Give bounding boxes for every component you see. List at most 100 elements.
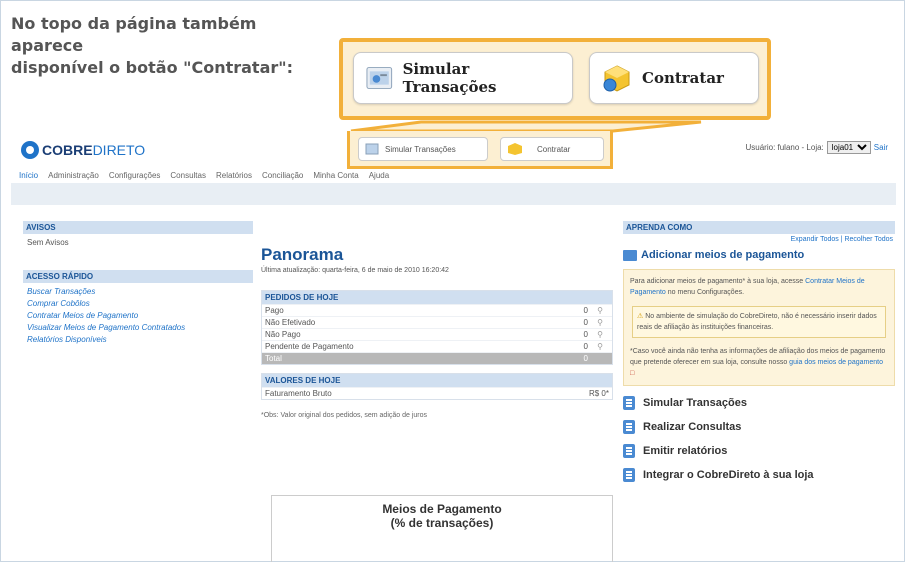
store-select[interactable]: loja01 xyxy=(826,141,871,154)
page-title: Panorama xyxy=(261,245,344,264)
right-column: APRENDA COMO Expandir Todos | Recolher T… xyxy=(623,221,895,482)
faturamento-label: Faturamento Bruto xyxy=(265,389,332,398)
learn-integrar-label: Integrar o CobreDireto à sua loja xyxy=(643,469,814,481)
contract-package-icon xyxy=(508,143,522,155)
menu-item-minha-conta[interactable]: Minha Conta xyxy=(313,171,358,180)
expand-collapse-links: Expandir Todos | Recolher Todos xyxy=(790,236,893,243)
table-row: Não Pago 0 ⚲ xyxy=(262,328,612,340)
warning-text: No ambiente de simulação do CobreDireto,… xyxy=(637,313,877,331)
logo-mark-icon xyxy=(21,141,39,159)
row-label: Pendente de Pagamento xyxy=(265,342,354,351)
simular-transacoes-button[interactable]: Simular Transações xyxy=(358,137,488,161)
center-column: Panorama Última atualização: quarta-feir… xyxy=(261,221,613,419)
learn-simular[interactable]: Simular Transações xyxy=(623,396,895,410)
menu-item-ajuda[interactable]: Ajuda xyxy=(369,171,389,180)
table-row: Faturamento Bruto R$ 0* xyxy=(262,387,612,399)
pedidos-title: PEDIDOS DE HOJE xyxy=(262,291,612,304)
magnifier-icon[interactable]: ⚲ xyxy=(588,317,612,328)
cobredireto-logo[interactable]: COBRE DIRETO xyxy=(21,141,145,159)
user-store-selector: Usuário: fulano - Loja: loja01 Sair xyxy=(746,141,888,154)
pdf-icon: □ xyxy=(630,370,635,377)
chart-subtitle: (% de transações) xyxy=(390,516,494,530)
total-row: Total 0 xyxy=(262,352,612,364)
payment-methods-chart: Meios de Pagamento (% de transações) xyxy=(271,495,613,562)
row-value: 0 xyxy=(583,330,588,339)
avisos-title: AVISOS xyxy=(23,221,253,234)
exit-link[interactable]: Sair xyxy=(874,143,888,152)
quick-link-comprar[interactable]: Comprar Cobôlos xyxy=(27,298,249,310)
add-payment-heading[interactable]: Adicionar meios de pagamento xyxy=(623,249,895,261)
chart-title: Meios de Pagamento xyxy=(382,502,502,516)
menu-item-relatorios[interactable]: Relatórios xyxy=(216,171,252,180)
expand-all-link[interactable]: Expandir Todos xyxy=(791,236,839,243)
tutorial-frame: No topo da página também aparece disponí… xyxy=(0,0,905,562)
learn-simular-label: Simular Transações xyxy=(643,397,747,409)
add-payment-box: Para adicionar meios de pagamento* à sua… xyxy=(623,269,895,386)
acesso-rapido-list: Buscar Transações Comprar Cobôlos Contra… xyxy=(23,283,253,349)
table-row: Não Efetivado 0 ⚲ xyxy=(262,316,612,328)
learn-consultas[interactable]: Realizar Consultas xyxy=(623,420,895,434)
row-value: 0 xyxy=(583,318,588,327)
magnifier-icon[interactable]: ⚲ xyxy=(588,341,612,352)
menu-item-conciliacao[interactable]: Conciliação xyxy=(262,171,303,180)
contratar-button-zoomed[interactable]: Contratar xyxy=(589,52,759,104)
quick-link-contratar[interactable]: Contratar Meios de Pagamento xyxy=(27,310,249,322)
quick-link-buscar[interactable]: Buscar Transações xyxy=(27,286,249,298)
warning-icon: ⚠ xyxy=(637,313,644,320)
menu-item-consultas[interactable]: Consultas xyxy=(170,171,206,180)
add-payment-text: Para adicionar meios de pagamento* à sua… xyxy=(630,278,804,285)
logo-text-1: COBRE xyxy=(42,142,93,158)
last-update: Última atualização: quarta-feira, 6 de m… xyxy=(261,267,449,274)
pedidos-table: PEDIDOS DE HOJE Pago 0 ⚲ Não Efetivado 0… xyxy=(261,290,613,365)
caption-line-1: No topo da página também aparece xyxy=(11,14,257,55)
obs-note: *Obs: Valor original dos pedidos, sem ad… xyxy=(261,412,428,419)
simular-transacoes-button-zoomed[interactable]: Simular Transações xyxy=(353,52,573,104)
document-icon xyxy=(623,444,635,458)
main-menu: Início Administração Configurações Consu… xyxy=(19,171,389,180)
contratar-label: Contratar xyxy=(642,69,724,87)
faturamento-value: R$ 0* xyxy=(588,389,609,398)
avisos-body: Sem Avisos xyxy=(27,238,69,247)
tutorial-caption: No topo da página também aparece disponí… xyxy=(11,13,331,79)
learn-relatorios-label: Emitir relatórios xyxy=(643,445,728,457)
row-label: Pago xyxy=(265,306,284,315)
warning-box: ⚠ No ambiente de simulação do CobreDiret… xyxy=(632,306,886,338)
caption-line-2: disponível o botão "Contratar": xyxy=(11,58,293,77)
row-label: Não Pago xyxy=(265,330,301,339)
menu-item-inicio[interactable]: Início xyxy=(19,171,38,180)
row-value: 0 xyxy=(583,342,588,351)
quick-link-visualizar[interactable]: Visualizar Meios de Pagamento Contratado… xyxy=(27,322,249,334)
row-label: Não Efetivado xyxy=(265,318,316,327)
document-icon xyxy=(623,468,635,482)
magnifier-icon[interactable]: ⚲ xyxy=(588,305,612,316)
menu-item-administracao[interactable]: Administração xyxy=(48,171,99,180)
learn-integrar[interactable]: Integrar o CobreDireto à sua loja xyxy=(623,468,895,482)
document-icon xyxy=(623,420,635,434)
simulation-icon xyxy=(366,67,393,89)
cobredireto-app: COBRE DIRETO Simular Transações Contrata… xyxy=(11,127,896,562)
row-value: 0 xyxy=(583,306,588,315)
simular-small-label: Simular Transações xyxy=(385,144,456,154)
learn-relatorios[interactable]: Emitir relatórios xyxy=(623,444,895,458)
table-row: Pago 0 ⚲ xyxy=(262,304,612,316)
table-row: Pendente de Pagamento 0 ⚲ xyxy=(262,340,612,352)
aprenda-title: APRENDA COMO xyxy=(623,221,895,234)
simular-label: Simular Transações xyxy=(402,60,497,96)
payment-guide-link[interactable]: guia dos meios de pagamento xyxy=(789,359,883,366)
contratar-button[interactable]: Contratar xyxy=(500,137,604,161)
header-actions: Simular Transações Contratar xyxy=(347,131,613,169)
add-payment-text-2: no menu Configurações. xyxy=(667,289,745,296)
total-label: Total xyxy=(265,354,282,363)
magnifier-icon[interactable]: ⚲ xyxy=(588,329,612,340)
contratar-small-label: Contratar xyxy=(537,144,571,154)
menu-item-configuracoes[interactable]: Configurações xyxy=(109,171,161,180)
folder-icon xyxy=(623,249,637,261)
document-icon xyxy=(623,396,635,410)
contract-package-icon xyxy=(603,65,630,92)
learn-consultas-label: Realizar Consultas xyxy=(643,421,742,433)
simulation-icon xyxy=(365,143,379,155)
zoom-callout: Simular Transações Contratar xyxy=(339,38,771,120)
quick-link-relatorios[interactable]: Relatórios Disponíveis xyxy=(27,334,249,346)
menu-bar-background xyxy=(11,183,896,205)
collapse-all-link[interactable]: Recolher Todos xyxy=(844,236,893,243)
